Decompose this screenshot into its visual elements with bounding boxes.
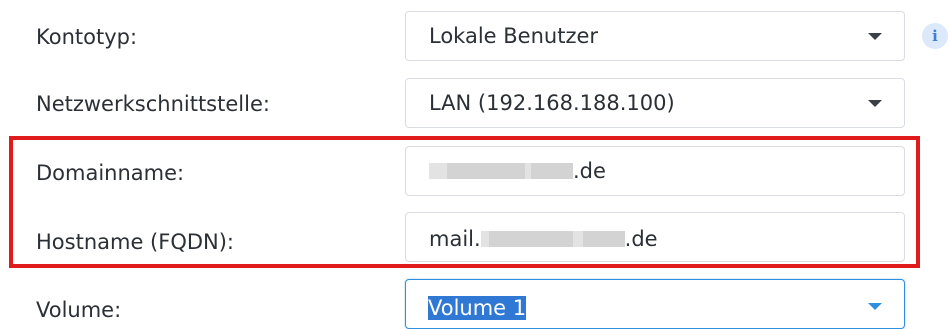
chevron-down-icon: [868, 33, 882, 40]
domain-suffix: .de: [573, 159, 606, 183]
network-interface-value: LAN (192.168.188.100): [429, 91, 675, 115]
chevron-down-icon: [868, 303, 882, 310]
redacted-text: [582, 231, 625, 247]
volume-label: Volume:: [36, 298, 122, 322]
redacted-text: [488, 231, 573, 247]
info-icon[interactable]: i: [922, 23, 948, 49]
volume-selected-text: Volume 1: [428, 296, 527, 320]
domain-name-value: .de: [429, 159, 606, 183]
hostname-label: Hostname (FQDN):: [36, 230, 234, 254]
domain-name-input[interactable]: .de: [405, 146, 905, 196]
hostname-input[interactable]: mail. .de: [405, 212, 905, 262]
account-type-select[interactable]: Lokale Benutzer: [405, 11, 905, 61]
redacted-text: [531, 163, 573, 179]
chevron-down-icon: [868, 100, 882, 107]
hostname-value: mail. .de: [429, 227, 658, 251]
domain-name-label: Domainname:: [36, 161, 185, 185]
account-type-label: Kontotyp:: [36, 25, 138, 49]
volume-value: Volume 1: [428, 296, 527, 320]
hostname-prefix: mail.: [429, 227, 481, 251]
hostname-suffix: .de: [624, 227, 658, 251]
redacted-text: [572, 231, 583, 247]
network-interface-select[interactable]: LAN (192.168.188.100): [405, 78, 905, 128]
redacted-text: [480, 231, 489, 247]
volume-select[interactable]: Volume 1: [405, 279, 905, 329]
account-type-value: Lokale Benutzer: [429, 24, 599, 48]
redacted-text: [429, 163, 447, 179]
network-interface-label: Netzwerkschnittstelle:: [36, 92, 270, 116]
redacted-text: [447, 163, 525, 179]
